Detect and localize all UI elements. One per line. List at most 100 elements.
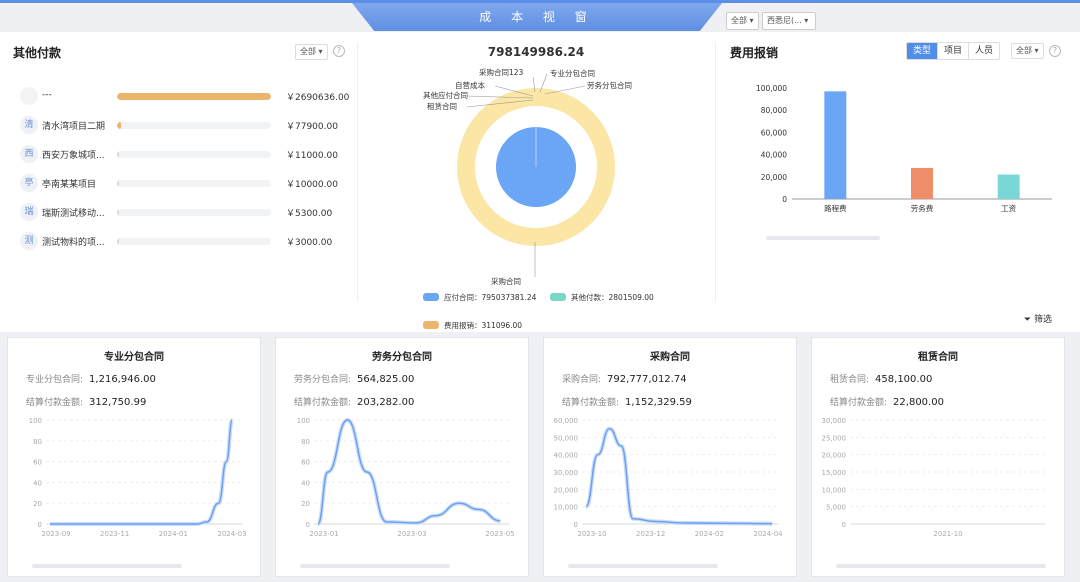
help-icon[interactable]: ?	[1049, 45, 1061, 57]
x-tick-label: 工资	[1001, 203, 1017, 213]
contract-card: 租赁合同 租赁合同: 458,100.00 结算付款金额: 22,800.00 30,00…	[811, 337, 1065, 577]
pie-label: 采购合同123	[479, 67, 524, 77]
series-line-glow	[584, 426, 773, 526]
payment-progress-track	[117, 122, 271, 129]
line-chart: 100 80 60 40 20 02023-09 2023-11 2024-01 2024-03	[29, 417, 247, 538]
tab-project[interactable]: 项目	[937, 43, 969, 59]
contract-amount-label: 专业分包合同:	[26, 375, 84, 385]
y-tick-label: 40	[301, 479, 310, 487]
payment-progress-track	[117, 180, 271, 187]
expense-filter[interactable]: 全部 ▾	[1011, 43, 1044, 59]
chart-scrollbar[interactable]	[766, 236, 880, 240]
x-tick-label: 2023-11	[100, 530, 129, 538]
payment-project-name: 西安万象城项...	[42, 151, 105, 161]
card-title: 专业分包合同	[104, 352, 164, 363]
pie-label: 自营成本	[455, 80, 485, 90]
series-line[interactable]	[317, 419, 501, 525]
x-tick-label: 2024-04	[753, 530, 783, 538]
filter-icon: ⏷	[1023, 315, 1032, 325]
y-tick-label: 100	[29, 417, 42, 425]
payment-row[interactable]: 西西安万象城项... ￥11000.00	[20, 145, 350, 165]
contract-amount-row: 专业分包合同: 1,216,946.00	[26, 372, 156, 385]
contract-amount-row: 采购合同: 792,777,012.74	[562, 372, 687, 385]
y-tick-label: 60,000	[554, 417, 579, 425]
tab-person[interactable]: 人员	[968, 43, 1000, 59]
y-tick-label: 0	[782, 195, 787, 204]
filter-button[interactable]: ⏷ 筛选	[1024, 312, 1052, 325]
overview-panel: 其他付款 全部 ▾ ? --- ￥2690636.00 清清水湾项目二期 ￥77900…	[0, 32, 1080, 332]
legend-label[interactable]: 应付合同：795037381.24	[444, 292, 537, 302]
chart-scrollbar[interactable]	[300, 564, 450, 568]
top-filter-scope[interactable]: 全部 ▾	[726, 12, 759, 30]
x-tick-label: 2023-09	[41, 530, 70, 538]
legend-label[interactable]: 费用报销：311096.00	[444, 320, 522, 330]
payment-amount: ￥77900.00	[286, 122, 338, 132]
x-tick-label: 路程费	[824, 203, 847, 213]
y-tick-label: 0	[38, 521, 42, 529]
contract-amount-row: 租赁合同: 458,100.00	[830, 372, 932, 385]
payment-row[interactable]: 瑞瑞斯测试移动... ￥5300.00	[20, 203, 350, 223]
x-tick-label: 2023-10	[577, 530, 606, 538]
total-cost-value: 798149986.24	[487, 45, 585, 59]
line-chart: 100 80 60 40 20 02023-01 2023-03 2023-05	[297, 417, 515, 538]
chart-scrollbar[interactable]	[568, 564, 718, 568]
x-tick-label: 2024-03	[217, 530, 246, 538]
contract-amount-row: 劳务分包合同: 564,825.00	[294, 372, 414, 385]
line-chart: 30,000 25,000 20,000 15,000 10,000 5,000 0 2021…	[822, 417, 1046, 538]
top-filter-scope-label: 全部	[731, 16, 747, 25]
cost-donut-chart: 采购合同123 专业分包合同劳务分包合同 自营成本其他应付合同租赁合同采购合同应付合…	[423, 67, 654, 330]
top-filter-project[interactable]: 西悉尼(... ▾	[762, 12, 816, 30]
avatar: 清	[20, 116, 38, 134]
payment-amount: ￥11000.00	[286, 151, 338, 161]
y-tick-label: 60	[33, 459, 42, 467]
payment-row[interactable]: 测测试物料的项... ￥3000.00	[20, 232, 350, 252]
pie-label: 租赁合同	[427, 101, 457, 111]
y-tick-label: 60,000	[761, 128, 787, 137]
legend-swatch	[423, 321, 439, 329]
y-tick-label: 10,000	[822, 486, 847, 494]
legend-swatch	[550, 293, 566, 301]
payment-row[interactable]: 清清水湾项目二期 ￥77900.00	[20, 116, 350, 136]
series-line[interactable]	[585, 427, 773, 525]
expense-bar-chart: 100,000 80,000 60,000 40,000 20,000 0 路程费 劳务费 工资	[756, 84, 1052, 213]
y-tick-label: 40	[33, 479, 42, 487]
pie-label: 其他应付合同	[423, 90, 468, 100]
contract-amount-value: 458,100.00	[875, 374, 933, 385]
contract-amount-label: 采购合同:	[562, 375, 602, 385]
settle-amount-value: 22,800.00	[893, 397, 944, 408]
y-tick-label: 50,000	[554, 434, 579, 442]
legend-label[interactable]: 其他付款：2801509.00	[571, 292, 654, 302]
bar[interactable]	[997, 174, 1020, 199]
settle-amount-value: 203,282.00	[357, 397, 415, 408]
contract-card: 采购合同 采购合同: 792,777,012.74 结算付款金额: 1,152,329.…	[543, 337, 797, 577]
y-tick-label: 0	[842, 521, 846, 529]
tab-type[interactable]: 类型	[907, 43, 938, 59]
other-payments-filter[interactable]: 全部 ▾	[295, 44, 328, 60]
payment-project-name: 亭南某某项目	[42, 180, 97, 190]
payment-amount: ￥2690636.00	[286, 93, 350, 103]
avatar	[20, 87, 38, 105]
y-tick-label: 15,000	[822, 469, 847, 477]
y-tick-label: 0	[574, 521, 578, 529]
help-icon[interactable]: ?	[333, 45, 345, 57]
y-tick-label: 0	[306, 521, 310, 529]
series-line[interactable]	[50, 419, 233, 525]
contract-amount-value: 1,216,946.00	[89, 374, 156, 385]
settle-amount-label: 结算付款金额:	[294, 398, 352, 408]
chart-scrollbar[interactable]	[32, 564, 182, 568]
y-tick-label: 5,000	[826, 504, 846, 512]
y-tick-label: 80	[301, 438, 310, 446]
settle-amount-label: 结算付款金额:	[830, 398, 888, 408]
payment-progress-track	[117, 93, 271, 100]
payment-project-name: 瑞斯测试移动...	[42, 209, 105, 219]
chart-scrollbar[interactable]	[836, 564, 1046, 568]
bar[interactable]	[824, 91, 847, 199]
payment-row[interactable]: 亭亭南某某项目 ￥10000.00	[20, 174, 350, 194]
contract-amount-value: 792,777,012.74	[607, 374, 687, 385]
other-payments-title: 其他付款	[13, 46, 62, 60]
bar[interactable]	[911, 167, 933, 199]
settle-amount-row: 结算付款金额: 203,282.00	[294, 395, 414, 408]
payment-row[interactable]: --- ￥2690636.00	[20, 87, 350, 107]
y-tick-label: 20	[301, 500, 310, 508]
payment-progress-track	[117, 209, 271, 216]
